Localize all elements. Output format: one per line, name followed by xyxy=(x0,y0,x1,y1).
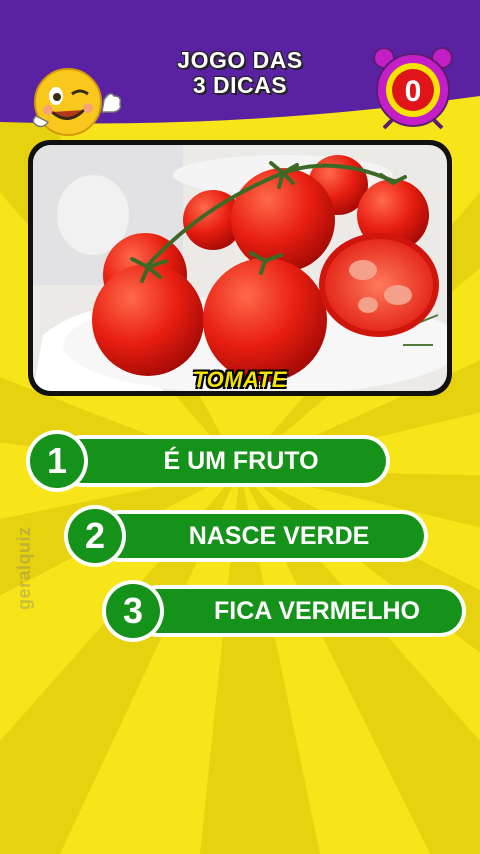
watermark: geralquiz xyxy=(14,526,34,610)
winking-face-emoji-icon xyxy=(32,68,122,136)
hint-3-text: FICA VERMELHO xyxy=(136,589,462,633)
game-title-line-2: 3 DICAS xyxy=(192,72,288,98)
hint-2-text: NASCE VERDE xyxy=(98,514,424,558)
timer-value: 0 xyxy=(405,75,422,108)
hint-3-number: 3 xyxy=(106,584,160,638)
hint-1-number: 1 xyxy=(30,434,84,488)
game-screen: JOGO DAS 3 DICAS 0 TOMATE É UM FRUTO 1 N… xyxy=(0,0,480,854)
answer-label: TOMATE xyxy=(193,367,287,392)
game-title-line-1: JOGO DAS xyxy=(177,47,303,73)
hint-1-text: É UM FRUTO xyxy=(60,439,386,483)
tomatoes-illustration xyxy=(33,145,447,391)
hint-2-number-badge: 2 xyxy=(64,505,126,567)
hint-3-bar: FICA VERMELHO xyxy=(132,585,466,637)
answer-photo-frame xyxy=(28,140,452,396)
alarm-clock-icon: 0 xyxy=(373,47,453,130)
tomato-photo xyxy=(33,145,447,391)
hint-1-bar: É UM FRUTO xyxy=(56,435,390,487)
hint-1[interactable]: É UM FRUTO 1 xyxy=(26,430,390,492)
hint-2[interactable]: NASCE VERDE 2 xyxy=(64,505,428,567)
hint-2-bar: NASCE VERDE xyxy=(94,510,428,562)
hint-3-number-badge: 3 xyxy=(102,580,164,642)
hint-3[interactable]: FICA VERMELHO 3 xyxy=(102,580,466,642)
hint-2-number: 2 xyxy=(68,509,122,563)
hint-1-number-badge: 1 xyxy=(26,430,88,492)
